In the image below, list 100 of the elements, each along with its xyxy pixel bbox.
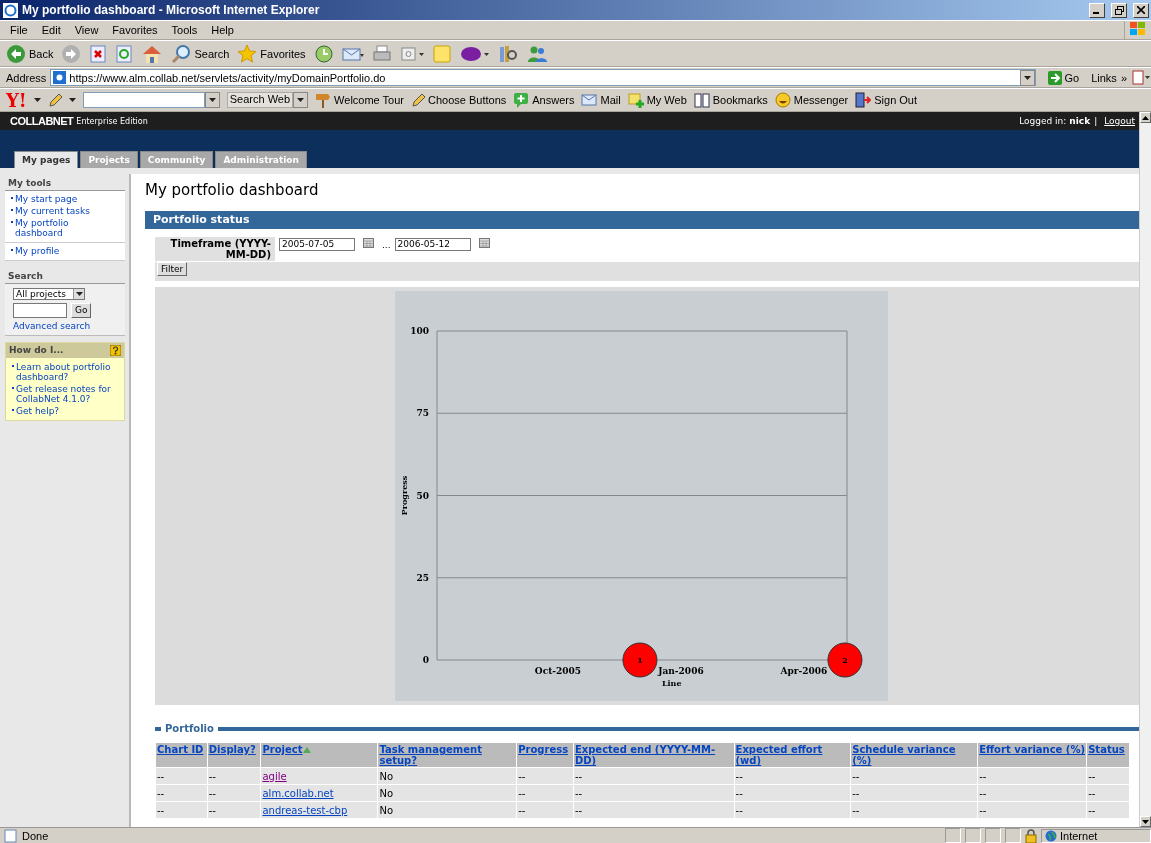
logout-link[interactable]: Logout	[1104, 116, 1135, 126]
table-cell: --	[208, 770, 216, 782]
toolbar-link[interactable]: Bookmarks	[693, 92, 768, 108]
y-tick-label: 100	[410, 326, 429, 336]
toolbar-link[interactable]: Sign Out	[855, 92, 918, 108]
toolbar-link[interactable]: My Web	[627, 92, 687, 108]
go-button[interactable]: Go	[1039, 70, 1088, 85]
help-link[interactable]: Learn about portfolio dashboard?	[16, 362, 118, 382]
scroll-up-button[interactable]	[1140, 112, 1151, 123]
help-icon[interactable]	[110, 345, 121, 356]
filter-button[interactable]: Filter	[157, 262, 188, 276]
advanced-search-link[interactable]: Advanced search	[13, 321, 117, 331]
pencil-icon	[411, 92, 425, 108]
caret-icon[interactable]	[297, 98, 305, 102]
table-cell: --	[979, 770, 987, 782]
calendar-icon[interactable]	[363, 238, 374, 248]
stop-icon[interactable]	[89, 43, 108, 64]
sidebar-link[interactable]: My profile	[15, 246, 60, 256]
star-icon[interactable]	[237, 43, 258, 64]
address-field[interactable]: https://www.alm.collab.net/servlets/activity/myDomainPortfolio.do	[50, 69, 1036, 86]
envelope-icon	[581, 93, 598, 107]
sidebar-link[interactable]: My current tasks	[15, 206, 90, 216]
toolbar-link[interactable]: Welcome Tour	[315, 92, 404, 108]
document-icon[interactable]	[1131, 70, 1151, 85]
scroll-down-button[interactable]	[1140, 816, 1151, 827]
toolbar-label[interactable]: Back	[29, 47, 54, 60]
clock-icon[interactable]	[313, 43, 334, 64]
column-header-link[interactable]: Schedule variance (%)	[852, 744, 977, 766]
search-icon[interactable]	[171, 43, 192, 64]
project-dropdown[interactable]: All projects	[13, 288, 85, 300]
table-cell: --	[518, 804, 526, 816]
close-button[interactable]	[1133, 2, 1149, 18]
toolbar-link[interactable]: Messenger	[774, 92, 849, 108]
toolbar-label[interactable]: Search	[194, 47, 230, 60]
menu-item[interactable]: Tools	[171, 24, 198, 36]
x-tick-label: Jan-2006	[658, 666, 704, 676]
close-icon	[1137, 6, 1145, 14]
caret-icon[interactable]	[1023, 75, 1031, 80]
brand-logo: COLLABNET	[10, 115, 74, 127]
menu-item[interactable]: View	[74, 24, 99, 36]
toolbar-label[interactable]: Favorites	[260, 47, 306, 60]
toolbar-link[interactable]: Mail	[581, 93, 621, 107]
books-icon[interactable]	[497, 43, 518, 64]
data-bubble: 2	[827, 642, 863, 678]
up-arrow-icon	[1142, 115, 1149, 120]
caret-icon[interactable]	[75, 292, 83, 296]
padlock-icon	[1025, 828, 1037, 843]
security-zone: Internet	[1060, 829, 1098, 842]
caret-icon[interactable]	[68, 98, 76, 102]
toolbar-link[interactable]: Answers	[513, 92, 575, 108]
pencil-icon[interactable]	[47, 92, 62, 108]
window-title: My portfolio dashboard - Microsoft Internet Explorer	[22, 3, 320, 17]
help-link[interactable]: Get release notes for CollabNet 4.1.0?	[16, 384, 118, 404]
search-field[interactable]	[82, 92, 205, 108]
sidebar-heading: Search	[8, 271, 43, 281]
table-cell: --	[208, 787, 216, 799]
nav-tab[interactable]: My pages	[14, 151, 79, 168]
caret-icon[interactable]	[33, 98, 41, 102]
printer-icon[interactable]	[371, 43, 392, 64]
table-cell: --	[518, 770, 526, 782]
help-link[interactable]: Get help?	[16, 406, 60, 416]
section-title: Portfolio	[165, 723, 214, 734]
caret-icon[interactable]	[208, 98, 216, 102]
table-cell: --	[574, 804, 583, 816]
menu-item[interactable]: Edit	[41, 24, 61, 36]
menu-item[interactable]: Help	[211, 24, 234, 36]
chevron-button[interactable]: »	[1120, 71, 1127, 84]
table-cell: --	[157, 787, 165, 799]
table-cell: --	[1088, 804, 1096, 816]
search-web-button[interactable]: Search Web	[226, 92, 294, 108]
y-tick-label: 0	[422, 655, 429, 665]
brand-edition: Enterprise Edition	[76, 116, 148, 126]
menu-item[interactable]: Favorites	[112, 24, 158, 36]
table-cell: --	[852, 770, 860, 782]
table-cell: --	[852, 787, 860, 799]
status-text: Done	[22, 829, 49, 842]
column-header-link[interactable]: Task management setup?	[379, 744, 516, 766]
table-cell: --	[518, 787, 526, 799]
toolbar-link[interactable]: Choose Buttons	[411, 92, 507, 108]
browser-icon	[3, 2, 18, 18]
refresh-icon[interactable]	[115, 43, 134, 64]
search-field[interactable]	[13, 303, 67, 318]
table-row-link[interactable]: agile	[262, 770, 287, 782]
restore-button[interactable]	[1111, 2, 1127, 18]
sidebar-link[interactable]: My portfolio dashboard	[15, 218, 119, 238]
column-header-link[interactable]: Expected end (YYYY-MM-DD)	[574, 744, 733, 766]
start-date-field[interactable]: 2005-07-05	[279, 238, 355, 251]
column-header-link[interactable]: Expected effort (wd)	[735, 744, 850, 766]
table-cell: --	[574, 770, 583, 782]
links-button[interactable]: Links	[1091, 71, 1117, 84]
end-date-field[interactable]: 2006-05-12	[394, 238, 471, 251]
range-separator: ...	[382, 240, 391, 250]
table-cell: --	[574, 787, 583, 799]
calendar-icon[interactable]	[478, 238, 490, 248]
folder-plus-icon	[627, 92, 644, 108]
menu-item[interactable]: File	[10, 24, 28, 36]
minimize-button[interactable]	[1089, 2, 1105, 18]
column-header-link[interactable]: Project	[262, 744, 303, 755]
sidebar-link[interactable]: My start page	[15, 194, 78, 204]
go-button[interactable]: Go	[71, 303, 92, 318]
